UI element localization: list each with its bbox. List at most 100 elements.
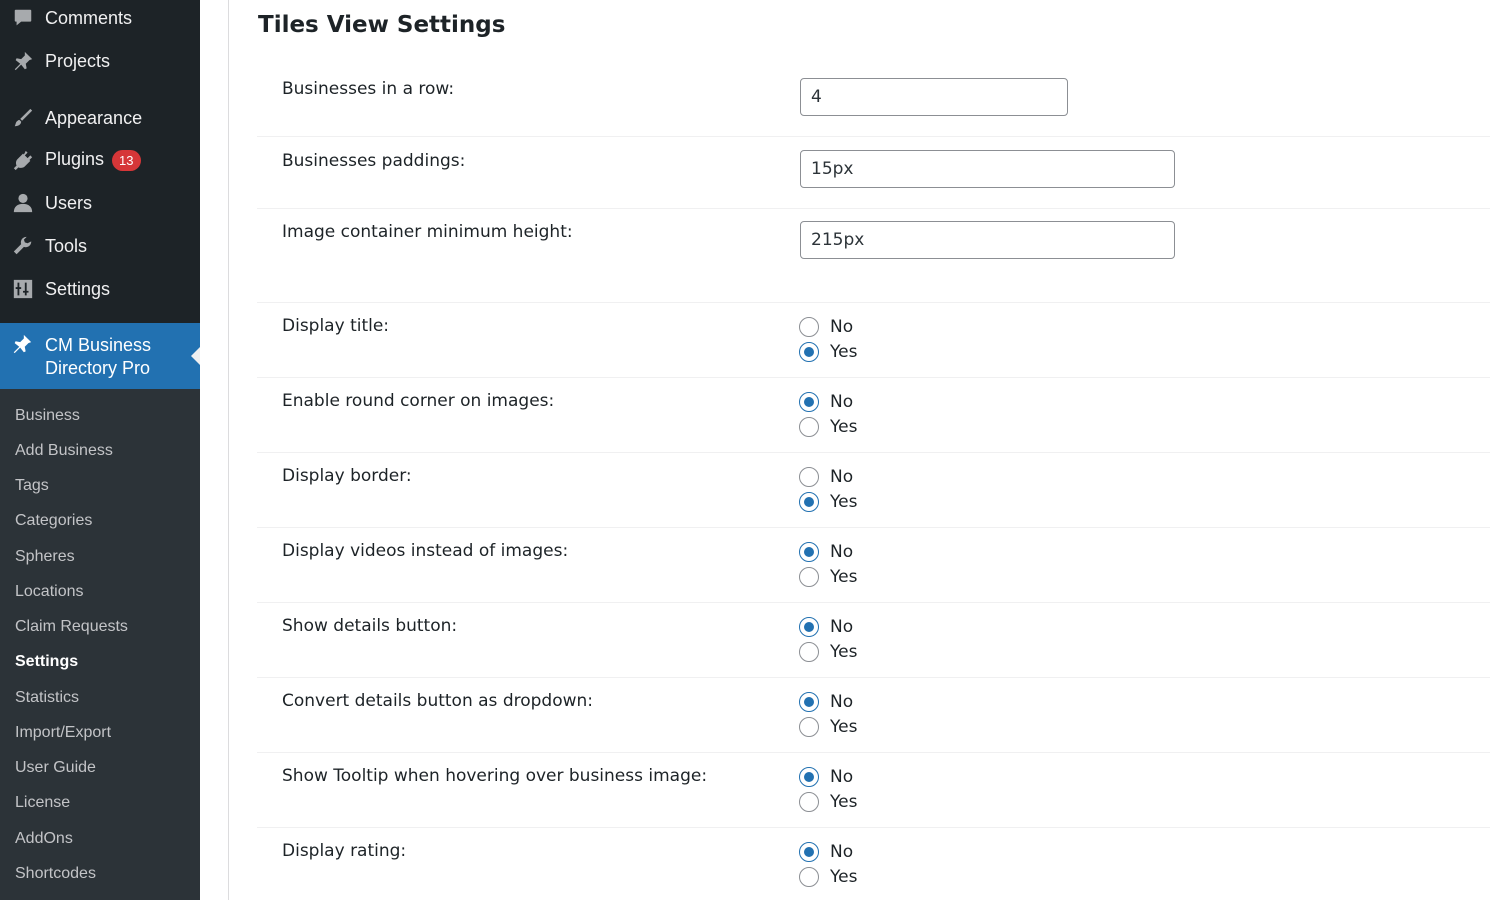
display-title-yes-radio[interactable] [799, 342, 819, 362]
menu-label-line2: Directory Pro [45, 358, 151, 378]
row-separator [257, 677, 1490, 678]
show-tooltip-no-label[interactable]: No [830, 767, 853, 787]
details-dropdown-yes-radio[interactable] [799, 717, 819, 737]
show-tooltip-yes-label[interactable]: Yes [830, 792, 857, 812]
user-icon [11, 191, 35, 215]
menu-item-users[interactable]: Users [0, 183, 200, 223]
submenu-item-shortcodes[interactable]: Shortcodes [15, 865, 96, 883]
show-details-button-label: Show details button: [282, 616, 458, 636]
display-rating-yes-radio[interactable] [799, 867, 819, 887]
show-tooltip-yes-radio[interactable] [799, 792, 819, 812]
menu-item-tools[interactable]: Tools [0, 226, 200, 266]
admin-sidebar: Comments Projects Appearance Plugins 13 U… [0, 0, 200, 900]
submenu-item-claim-requests[interactable]: Claim Requests [15, 618, 128, 636]
businesses-paddings-input[interactable] [800, 150, 1175, 188]
menu-item-cm-business-directory[interactable]: CM Business Directory Pro [0, 323, 200, 389]
display-title-yes-label[interactable]: Yes [830, 342, 857, 362]
show-details-button-yes-radio[interactable] [799, 642, 819, 662]
menu-item-projects[interactable]: Projects [0, 41, 200, 81]
row-separator [257, 302, 1490, 303]
menu-label: Settings [45, 278, 111, 299]
show-tooltip-label: Show Tooltip when hovering over business… [282, 766, 708, 786]
menu-label: Comments [45, 7, 133, 28]
details-dropdown-label: Convert details button as dropdown: [282, 691, 594, 711]
content-divider [228, 0, 229, 900]
submenu: Business Add Business Tags Categories Sp… [0, 389, 200, 900]
row-separator [257, 208, 1490, 209]
menu-item-comments[interactable]: Comments [0, 0, 200, 38]
businesses-in-row-label: Businesses in a row: [282, 79, 455, 99]
show-details-button-no-label[interactable]: No [830, 617, 853, 637]
submenu-item-user-guide[interactable]: User Guide [15, 759, 96, 777]
row-separator [257, 136, 1490, 137]
display-border-label: Display border: [282, 466, 412, 486]
show-details-button-yes-label[interactable]: Yes [830, 642, 857, 662]
display-title-no-label[interactable]: No [830, 317, 853, 337]
row-separator [257, 602, 1490, 603]
menu-label-line1: CM Business [45, 335, 152, 355]
update-count-badge: 13 [112, 149, 141, 171]
round-corner-no-label[interactable]: No [830, 392, 853, 412]
wrench-icon [11, 234, 35, 258]
menu-label: Plugins [45, 149, 105, 170]
display-title-no-radio[interactable] [799, 317, 819, 337]
submenu-item-license[interactable]: License [15, 794, 70, 812]
display-rating-no-label[interactable]: No [830, 842, 853, 862]
display-rating-no-radio[interactable] [799, 842, 819, 862]
menu-item-plugins[interactable]: Plugins 13 [0, 140, 200, 180]
businesses-in-row-input[interactable] [800, 78, 1068, 116]
row-separator [257, 377, 1490, 378]
businesses-paddings-label: Businesses paddings: [282, 151, 466, 171]
display-border-yes-radio[interactable] [799, 492, 819, 512]
display-rating-yes-label[interactable]: Yes [830, 867, 857, 887]
image-min-height-input[interactable] [800, 221, 1175, 259]
show-details-button-no-radio[interactable] [799, 617, 819, 637]
menu-label: Users [45, 192, 93, 213]
display-videos-label: Display videos instead of images: [282, 541, 569, 561]
image-min-height-label: Image container minimum height: [282, 222, 573, 242]
menu-label: Projects [45, 50, 111, 71]
round-corner-yes-label[interactable]: Yes [830, 417, 857, 437]
display-videos-no-label[interactable]: No [830, 542, 853, 562]
comments-icon [11, 6, 35, 30]
display-border-no-label[interactable]: No [830, 467, 853, 487]
menu-label: Appearance [45, 107, 143, 128]
submenu-item-locations[interactable]: Locations [15, 583, 84, 601]
menu-item-settings[interactable]: Settings [0, 269, 200, 309]
row-separator [257, 452, 1490, 453]
display-videos-yes-radio[interactable] [799, 567, 819, 587]
details-dropdown-no-radio[interactable] [799, 692, 819, 712]
display-border-yes-label[interactable]: Yes [830, 492, 857, 512]
details-dropdown-yes-label[interactable]: Yes [830, 717, 857, 737]
round-corner-no-radio[interactable] [799, 392, 819, 412]
submenu-item-business[interactable]: Business [15, 407, 80, 425]
row-separator [257, 527, 1490, 528]
submenu-item-import-export[interactable]: Import/Export [15, 724, 111, 742]
submenu-item-addons[interactable]: AddOns [15, 830, 73, 848]
show-tooltip-no-radio[interactable] [799, 767, 819, 787]
details-dropdown-no-label[interactable]: No [830, 692, 853, 712]
submenu-item-categories[interactable]: Categories [15, 512, 92, 530]
submenu-item-statistics[interactable]: Statistics [15, 689, 79, 707]
submenu-item-spheres[interactable]: Spheres [15, 548, 75, 566]
submenu-item-add-business[interactable]: Add Business [15, 442, 113, 460]
round-corner-yes-radio[interactable] [799, 417, 819, 437]
display-border-no-radio[interactable] [799, 467, 819, 487]
display-videos-yes-label[interactable]: Yes [830, 567, 857, 587]
display-videos-no-radio[interactable] [799, 542, 819, 562]
pin-icon [11, 333, 35, 357]
display-rating-label: Display rating: [282, 841, 407, 861]
submenu-item-tags[interactable]: Tags [15, 477, 49, 495]
menu-label: Tools [45, 235, 88, 256]
menu-item-appearance[interactable]: Appearance [0, 98, 200, 138]
display-title-label: Display title: [282, 316, 390, 336]
row-separator [257, 752, 1490, 753]
pin-icon [11, 49, 35, 73]
section-title: Tiles View Settings [258, 12, 506, 38]
current-menu-arrow [191, 347, 200, 365]
brush-icon [11, 106, 35, 130]
row-separator [257, 827, 1490, 828]
round-corner-label: Enable round corner on images: [282, 391, 555, 411]
submenu-item-settings[interactable]: Settings [15, 653, 78, 671]
plugin-icon [11, 148, 35, 172]
